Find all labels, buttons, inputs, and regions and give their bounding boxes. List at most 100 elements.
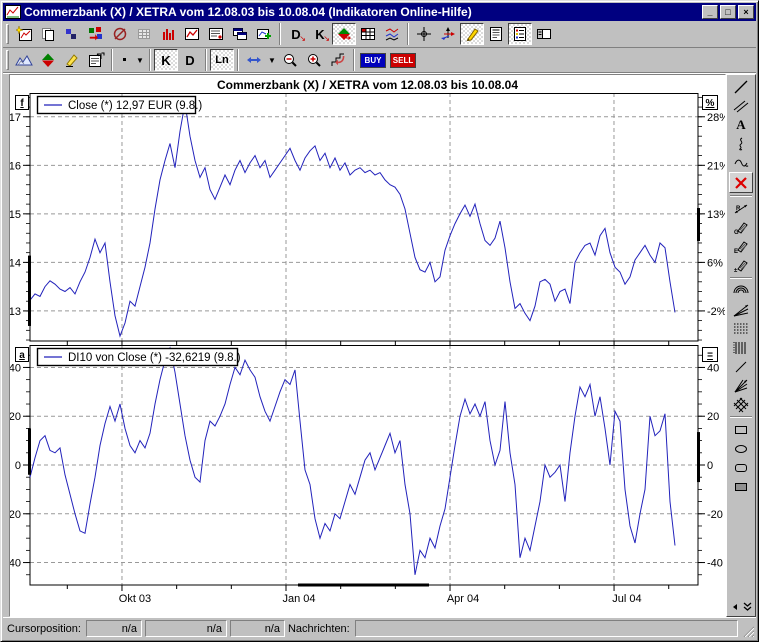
hatch-pencil-g-icon: G bbox=[733, 220, 749, 236]
range-dropdown[interactable]: ▼ bbox=[266, 49, 278, 71]
minimize-button[interactable]: _ bbox=[702, 5, 718, 19]
multi-lines-icon bbox=[384, 26, 400, 42]
layout-panels-icon bbox=[536, 26, 552, 42]
scroll-left-button[interactable] bbox=[729, 600, 740, 614]
toolbar-row-1: D↘ K↘ bbox=[3, 21, 756, 48]
crosshatch-tool[interactable] bbox=[729, 395, 753, 414]
filled-rectangle-tool[interactable] bbox=[729, 477, 753, 496]
small-arrow-icon: ↘ bbox=[299, 35, 306, 43]
price-chart[interactable]: 1728%1621%1513%146%13-2%f%Close (*) 12,9… bbox=[10, 93, 726, 345]
titlebar[interactable]: Commerzbank (X) / XETRA vom 12.08.03 bis… bbox=[3, 3, 756, 21]
indicator-chart[interactable]: 4040202000-20-20-40-40Okt 03Jan 04Apr 04… bbox=[10, 345, 726, 611]
wave-tool[interactable] bbox=[729, 153, 753, 172]
add-chart-button[interactable] bbox=[252, 23, 276, 45]
svg-text:E: E bbox=[734, 249, 738, 255]
zoom-in-button[interactable] bbox=[302, 49, 326, 71]
compare-triangles-button[interactable] bbox=[332, 23, 356, 45]
mountain-chart-button[interactable] bbox=[12, 49, 36, 71]
double-chevron-down-icon bbox=[743, 602, 752, 612]
axes-arrows-button[interactable] bbox=[436, 23, 460, 45]
svg-text:13%: 13% bbox=[707, 209, 726, 221]
indicator-list-icon bbox=[512, 26, 528, 42]
close-button[interactable]: × bbox=[738, 5, 754, 19]
k-export-button[interactable]: K↘ bbox=[308, 23, 332, 45]
delete-drawing-tool[interactable] bbox=[729, 172, 753, 193]
arc-fan-tool[interactable] bbox=[729, 281, 753, 300]
step-back-button[interactable] bbox=[326, 49, 350, 71]
zoom-out-button[interactable] bbox=[278, 49, 302, 71]
trend-line-tool[interactable] bbox=[729, 77, 753, 96]
window-title: Commerzbank (X) / XETRA vom 12.08.03 bis… bbox=[24, 5, 702, 19]
cascade-windows-button[interactable] bbox=[228, 23, 252, 45]
draw-pencil-button[interactable] bbox=[460, 23, 484, 45]
document-button[interactable] bbox=[484, 23, 508, 45]
histogram-button[interactable] bbox=[156, 23, 180, 45]
toolbar-handle[interactable] bbox=[6, 50, 9, 70]
text-tool[interactable]: A bbox=[729, 115, 753, 134]
grid-table-button[interactable] bbox=[356, 23, 380, 45]
transfer-objects-button[interactable] bbox=[84, 23, 108, 45]
buy-button[interactable]: BUY bbox=[360, 53, 386, 68]
rectangle-tool[interactable] bbox=[729, 420, 753, 439]
line-chart-button[interactable] bbox=[180, 23, 204, 45]
delete-object-button[interactable] bbox=[108, 23, 132, 45]
palette-separator bbox=[730, 416, 752, 418]
squiggle-tool[interactable] bbox=[729, 134, 753, 153]
svg-text:40: 40 bbox=[707, 362, 719, 374]
parallel-lines-tool[interactable] bbox=[729, 96, 753, 115]
properties-icon bbox=[88, 52, 105, 68]
small-arrow-icon: ↘ bbox=[323, 35, 330, 43]
zoom-out-icon bbox=[282, 52, 298, 68]
main-area: Commerzbank (X) / XETRA vom 12.08.03 bis… bbox=[3, 73, 756, 617]
toolbar-separator bbox=[237, 49, 239, 71]
hatch-pencil-e-tool[interactable]: E bbox=[729, 237, 753, 256]
candle-mode-button[interactable]: K bbox=[154, 49, 178, 71]
properties-button[interactable] bbox=[84, 49, 108, 71]
gann-fan-tool[interactable] bbox=[729, 376, 753, 395]
up-down-triangles-button[interactable] bbox=[36, 49, 60, 71]
layout-panels-button[interactable] bbox=[532, 23, 556, 45]
period-dropdown[interactable]: ▼ bbox=[134, 49, 146, 71]
sell-button[interactable]: SELL bbox=[390, 53, 416, 68]
report-window-button[interactable] bbox=[204, 23, 228, 45]
svg-text:15: 15 bbox=[10, 209, 21, 221]
svg-text:%: % bbox=[706, 98, 715, 109]
maximize-button[interactable]: □ bbox=[720, 5, 736, 19]
app-icon bbox=[5, 5, 21, 19]
toolbar-handle[interactable] bbox=[6, 24, 9, 44]
highlighter-button[interactable] bbox=[60, 49, 84, 71]
ellipse-tool[interactable] bbox=[729, 439, 753, 458]
multi-lines-button[interactable] bbox=[380, 23, 404, 45]
detail-mode-button[interactable]: D bbox=[178, 49, 202, 71]
vertical-lines-tool[interactable] bbox=[729, 338, 753, 357]
scroll-down-button[interactable] bbox=[742, 600, 753, 614]
crosshair-button[interactable] bbox=[412, 23, 436, 45]
pencil-icon bbox=[464, 26, 480, 42]
indicator-list-button[interactable] bbox=[508, 23, 532, 45]
data-objects-button[interactable] bbox=[60, 23, 84, 45]
regression-tool[interactable]: R bbox=[729, 199, 753, 218]
single-line-tool[interactable] bbox=[729, 357, 753, 376]
new-chart-icon bbox=[16, 26, 33, 42]
resize-grip[interactable] bbox=[741, 624, 754, 637]
svg-text:-20: -20 bbox=[10, 509, 21, 521]
horizontal-range-button[interactable] bbox=[242, 49, 266, 71]
parallel-lines-icon bbox=[733, 98, 749, 114]
copy-button[interactable] bbox=[36, 23, 60, 45]
fibonacci-lines-tool[interactable] bbox=[729, 319, 753, 338]
crosshatch-icon bbox=[733, 397, 749, 413]
wave-icon bbox=[733, 155, 749, 171]
period-dot-button[interactable] bbox=[116, 49, 134, 71]
speed-lines-tool[interactable] bbox=[729, 300, 753, 319]
svg-text:a: a bbox=[19, 350, 25, 361]
d-export-button[interactable]: D↘ bbox=[284, 23, 308, 45]
new-chart-button[interactable] bbox=[12, 23, 36, 45]
rounded-rectangle-tool[interactable] bbox=[729, 458, 753, 477]
delete-object-icon bbox=[112, 26, 128, 42]
hatch-pencil-g-tool[interactable]: G bbox=[729, 218, 753, 237]
hatch-pencil-plusminus-tool[interactable]: ± bbox=[729, 256, 753, 275]
log-scale-button[interactable]: Ln bbox=[210, 49, 234, 71]
vertical-lines-icon bbox=[733, 340, 749, 356]
table-faded-button[interactable] bbox=[132, 23, 156, 45]
delete-drawing-icon bbox=[734, 176, 748, 190]
